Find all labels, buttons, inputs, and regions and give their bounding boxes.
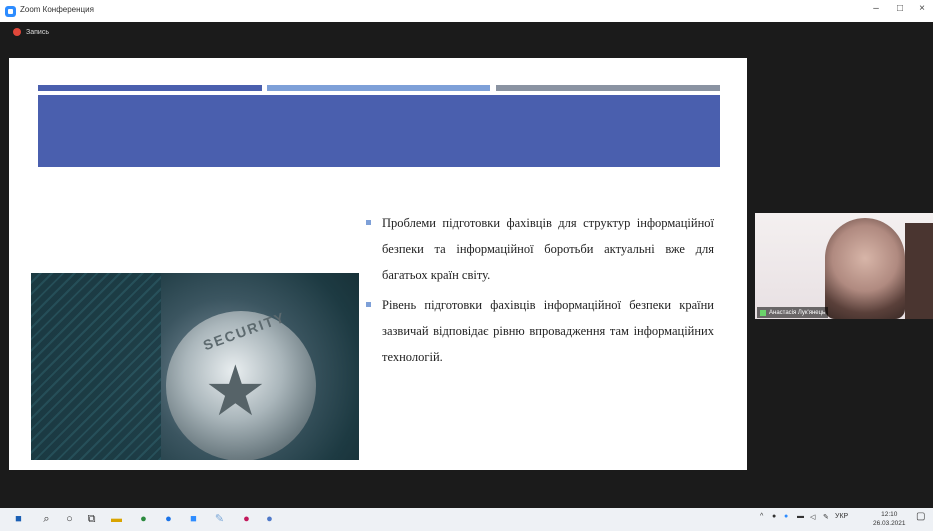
pen-icon[interactable]: ✎ (823, 513, 829, 521)
badge-text: SECURITY (200, 308, 288, 354)
window-title: Zoom Конференция (20, 5, 94, 14)
recording-label: Запись (26, 28, 49, 36)
app-icon[interactable]: ● (263, 513, 276, 526)
participant-video (905, 223, 933, 319)
list-item: Рівень підготовки фахівців інформаційної… (364, 292, 714, 370)
record-icon (13, 28, 21, 36)
chrome-icon[interactable]: ● (137, 513, 150, 526)
slide-title-banner (38, 95, 720, 167)
keyboard-language[interactable]: УКР (835, 513, 848, 520)
clock-time: 12:10 (881, 511, 898, 518)
security-badge-image: SECURITY ★ (31, 273, 359, 460)
search-icon[interactable]: ⌕ (40, 513, 53, 526)
list-item: Проблеми підготовки фахівців для структу… (364, 210, 714, 288)
chevron-up-icon[interactable]: ^ (760, 513, 763, 520)
shared-slide: SECURITY ★ Проблеми підготовки фахівців … (9, 58, 747, 470)
windows-taskbar: ■ ⌕ ○ ⧉ ▬ ● ● ■ ✎ ● ● ^ ● ● ▬ ◁ ✎ УКР 12… (0, 508, 933, 531)
participant-name: Анастасія Лук'янець (769, 309, 826, 316)
bullet-icon (366, 302, 371, 307)
zoom-icon[interactable]: ■ (187, 513, 200, 526)
participant-name-tag: Анастасія Лук'янець (757, 307, 829, 318)
slide-accent-bar (496, 85, 720, 91)
maximize-button[interactable]: □ (890, 3, 910, 14)
signal-icon (760, 309, 766, 316)
cortana-icon[interactable]: ○ (63, 513, 76, 526)
app-icon[interactable]: ● (240, 513, 253, 526)
slide-accent-bar (38, 85, 262, 91)
system-clock[interactable]: 12:10 26.03.2021 (873, 510, 906, 528)
minimize-button[interactable]: – (866, 3, 886, 14)
participant-video (825, 218, 905, 319)
badge-graphic: SECURITY ★ (166, 308, 316, 460)
slide-accent-bar (267, 85, 490, 91)
zoom-tray-icon[interactable]: ● (784, 513, 788, 520)
chrome-icon[interactable]: ● (162, 513, 175, 526)
close-button[interactable]: × (912, 3, 932, 14)
clock-date: 26.03.2021 (873, 520, 906, 527)
circuit-board-graphic (31, 273, 161, 460)
window-titlebar: Zoom Конференция – □ × (0, 0, 933, 22)
bullet-text: Проблеми підготовки фахівців для структу… (382, 216, 714, 282)
windows-start-icon[interactable]: ■ (12, 513, 25, 526)
file-explorer-icon[interactable]: ▬ (110, 513, 123, 526)
zoom-logo-icon (5, 6, 16, 17)
recording-indicator[interactable]: Запись (13, 28, 49, 36)
volume-icon[interactable]: ◁ (810, 513, 815, 521)
microphone-icon[interactable]: ● (772, 513, 776, 520)
battery-icon[interactable]: ▬ (797, 513, 804, 520)
star-icon: ★ (204, 352, 267, 430)
bullet-icon (366, 220, 371, 225)
participant-video-tile[interactable]: Анастасія Лук'янець (755, 213, 933, 319)
slide-bullet-list: Проблеми підготовки фахівців для структу… (364, 210, 714, 374)
paint-icon[interactable]: ✎ (213, 513, 226, 526)
notifications-icon[interactable]: ▢ (916, 511, 925, 522)
bullet-text: Рівень підготовки фахівців інформаційної… (382, 298, 714, 364)
task-view-icon[interactable]: ⧉ (85, 513, 98, 526)
